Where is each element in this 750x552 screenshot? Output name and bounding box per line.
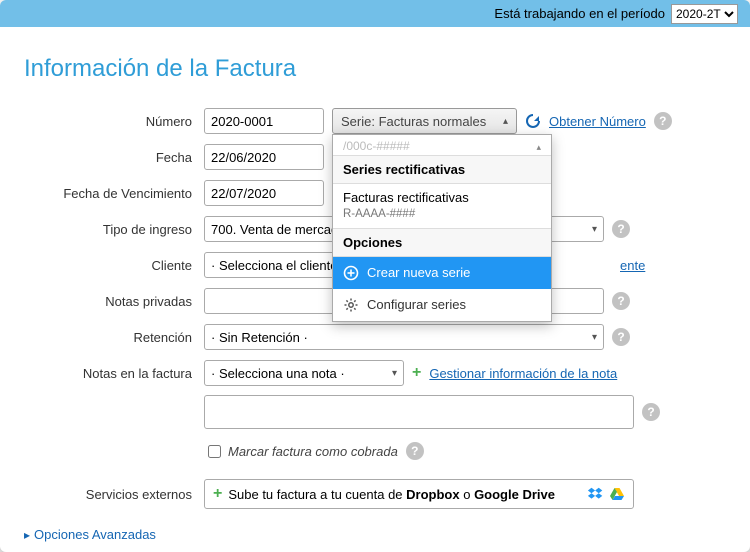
obtener-numero-link[interactable]: Obtener Número	[549, 114, 646, 129]
help-icon[interactable]: ?	[612, 328, 630, 346]
page-title: Información de la Factura	[24, 55, 726, 83]
plus-icon: +	[213, 486, 222, 502]
scroll-up-icon[interactable]	[536, 139, 541, 153]
serie-group-opciones: Opciones	[333, 228, 551, 257]
cliente-label: Cliente	[24, 258, 204, 273]
period-select[interactable]: 2020-2T	[671, 4, 738, 24]
refresh-icon	[525, 113, 541, 129]
google-drive-icon	[609, 486, 625, 502]
dropbox-icon	[587, 486, 603, 502]
numero-label: Número	[24, 114, 204, 129]
numero-input[interactable]	[204, 108, 324, 134]
vencimiento-input[interactable]	[204, 180, 324, 206]
invoice-form-window: Está trabajando en el período 2020-2T In…	[0, 0, 750, 552]
notas-privadas-label: Notas privadas	[24, 294, 204, 309]
retencion-select[interactable]: · Sin Retención ·	[204, 324, 604, 350]
serie-action-create[interactable]: Crear nueva serie	[333, 257, 551, 289]
help-icon[interactable]: ?	[406, 442, 424, 460]
help-icon[interactable]: ?	[654, 112, 672, 130]
help-icon[interactable]: ?	[612, 292, 630, 310]
notas-factura-textarea[interactable]	[204, 395, 634, 429]
gestionar-nota-link[interactable]: Gestionar información de la nota	[429, 366, 617, 381]
serie-faded-item[interactable]: /000c-#####	[333, 135, 551, 155]
cobrada-checkbox[interactable]	[208, 445, 221, 458]
notas-factura-select[interactable]: · Selecciona una nota ·	[204, 360, 404, 386]
serie-group-rectificativas: Series rectificativas	[333, 155, 551, 184]
help-icon[interactable]: ?	[642, 403, 660, 421]
serie-item-rectificativas[interactable]: Facturas rectificativas R-AAAA-####	[333, 184, 551, 228]
servicios-label: Servicios externos	[24, 487, 204, 502]
serie-select[interactable]: Serie: Facturas normales	[332, 108, 517, 134]
cobrada-checkbox-wrap[interactable]: Marcar factura como cobrada	[204, 442, 398, 461]
nuevo-cliente-link[interactable]: ente	[620, 258, 645, 273]
notas-factura-label: Notas en la factura	[24, 366, 204, 381]
serie-action-config[interactable]: Configurar series	[333, 289, 551, 321]
plus-circle-icon	[343, 265, 359, 281]
period-label: Está trabajando en el período	[494, 6, 665, 21]
servicios-externos-box[interactable]: + Sube tu factura a tu cuenta de Dropbox…	[204, 479, 634, 509]
fecha-input[interactable]	[204, 144, 324, 170]
serie-dropdown-panel: /000c-##### Series rectificativas Factur…	[332, 134, 552, 322]
gear-icon	[343, 297, 359, 313]
opciones-avanzadas-toggle[interactable]: Opciones Avanzadas	[24, 527, 726, 542]
retencion-label: Retención	[24, 330, 204, 345]
form-content: Información de la Factura Número Serie: …	[0, 27, 750, 552]
plus-icon: +	[412, 365, 421, 381]
fecha-label: Fecha	[24, 150, 204, 165]
tipo-ingreso-label: Tipo de ingreso	[24, 222, 204, 237]
triangle-right-icon	[24, 527, 30, 542]
top-bar: Está trabajando en el período 2020-2T	[0, 0, 750, 27]
vencimiento-label: Fecha de Vencimiento	[24, 186, 204, 201]
help-icon[interactable]: ?	[612, 220, 630, 238]
